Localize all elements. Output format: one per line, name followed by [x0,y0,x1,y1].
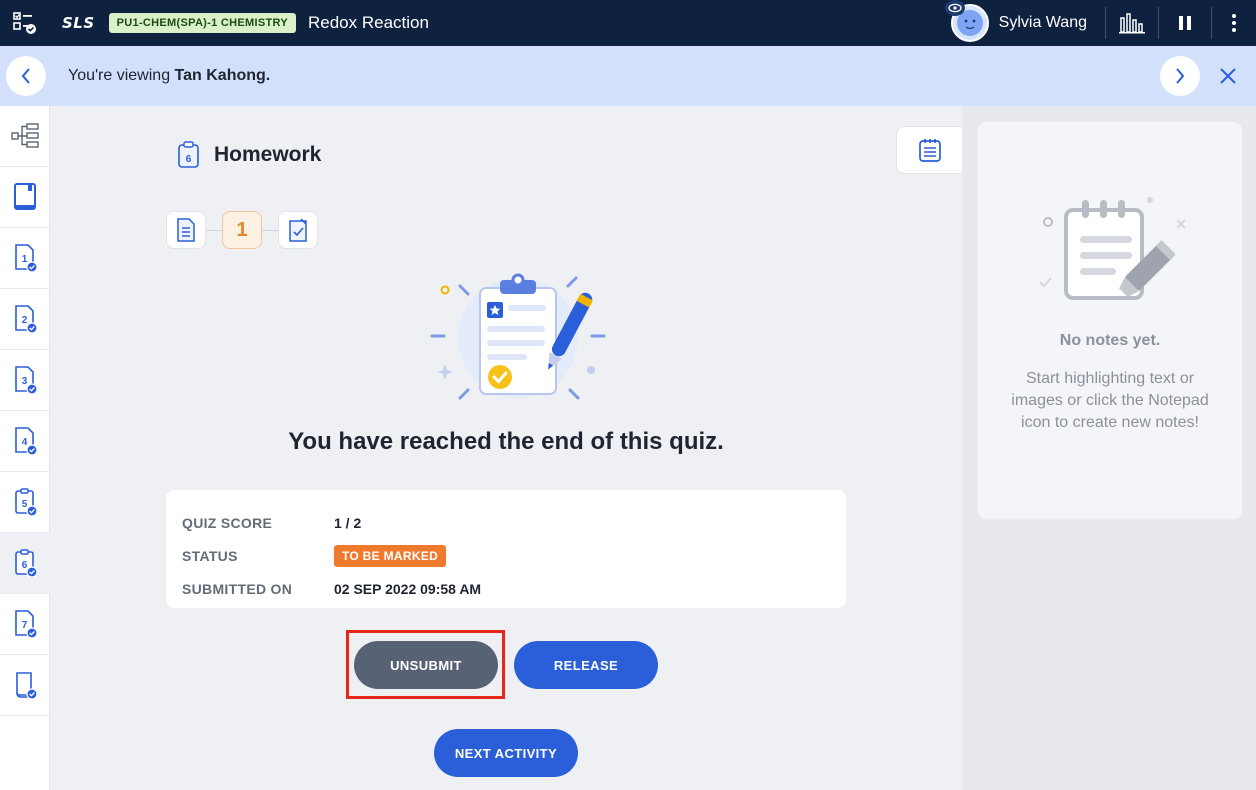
eye-icon [944,0,965,16]
chevron-left-icon [21,68,30,84]
status-badge: TO BE MARKED [334,544,447,567]
activity-rail: 1 2 3 4 5 6 7 [0,106,50,790]
step-instructions[interactable] [166,211,206,249]
document-icon [177,218,195,242]
clipboard-icon: 5 [15,488,38,517]
submitted-on-value: 02 SEP 2022 09:58 AM [334,580,482,597]
document-icon: 3 [15,366,38,395]
rail-item-lesson[interactable] [0,167,50,228]
document-icon: 1 [15,244,38,273]
notepad-toggle-button[interactable] [896,126,962,174]
rail-item-number: 7 [22,620,28,631]
notepad-icon [918,139,941,162]
submitted-clipboard-icon [289,218,307,242]
bar-chart-icon[interactable] [1106,0,1158,46]
chevron-right-icon [1176,68,1185,84]
rail-item-number: 2 [22,315,28,326]
activity-number: 6 [186,154,192,165]
clipboard-icon: 6 [15,549,38,578]
viewing-text: You're viewing Tan Kahong. [68,67,270,85]
close-icon [1220,68,1236,84]
rail-item-activity-3[interactable]: 3 [0,350,50,411]
unsubmit-button[interactable]: UNSUBMIT [354,641,498,689]
scroll-document-icon [16,672,38,700]
more-vertical-icon[interactable] [1212,0,1256,46]
rail-item-activity-7[interactable]: 7 [0,594,50,655]
document-icon: 4 [15,427,38,456]
rail-item-number: 3 [22,376,28,387]
user-name[interactable]: Sylvia Wang [999,14,1087,32]
close-viewing-button[interactable] [1200,46,1256,106]
viewing-prefix: You're viewing [68,67,175,84]
document-icon: 7 [15,610,38,639]
rail-item-activity-1[interactable]: 1 [0,228,50,289]
page-title: Homework [214,143,322,166]
clipboard-icon: 6 [178,141,199,168]
notes-empty-card: No notes yet. Start highlighting text or… [978,122,1242,519]
rail-item-activity-5[interactable]: 5 [0,472,50,533]
step-question-1[interactable]: 1 [222,211,262,249]
submitted-on-row: SUBMITTED ON 02 SEP 2022 09:58 AM [182,572,830,605]
tree-structure-icon [11,123,39,148]
rail-item-overview[interactable] [0,106,50,167]
pause-icon[interactable] [1159,0,1211,46]
rail-item-number: 1 [22,254,28,265]
next-activity-button[interactable]: NEXT ACTIVITY [434,729,578,777]
notes-panel: No notes yet. Start highlighting text or… [962,106,1256,790]
step-submission[interactable] [278,211,318,249]
divider [262,229,278,231]
rail-item-activity-4[interactable]: 4 [0,411,50,472]
rail-item-number: 4 [22,437,28,448]
submitted-on-label: SUBMITTED ON [182,580,293,597]
rail-item-number: 6 [22,560,28,571]
next-student-button[interactable] [1160,56,1200,96]
quiz-end-message: You have reached the end of this quiz. [288,428,724,455]
quiz-score-row: QUIZ SCORE 1 / 2 [182,506,830,539]
lesson-title: Redox Reaction [307,13,429,32]
top-bar: SLS PU1-CHEM(SPA)-1 CHEMISTRY Redox Reac… [0,0,1256,46]
status-row: STATUS TO BE MARKED [182,539,830,572]
viewing-student-name: Tan Kahong. [174,67,271,84]
document-icon: 2 [15,305,38,334]
course-badge: PU1-CHEM(SPA)-1 CHEMISTRY [108,13,296,33]
rail-item-activity-2[interactable]: 2 [0,289,50,350]
activity-header: 6 Homework [176,140,321,170]
avatar[interactable] [944,0,989,42]
main-content: 6 Homework 1 You have reached the end of… [50,106,962,790]
notes-empty-title: No notes yet. [1059,332,1161,349]
notepad-illustration [1028,192,1188,317]
quiz-summary-card: QUIZ SCORE 1 / 2 STATUS TO BE MARKED SUB… [166,490,846,608]
activity-steps: 1 [166,211,318,249]
quiz-score-label: QUIZ SCORE [182,514,273,531]
viewing-student-bar: You're viewing Tan Kahong. [0,46,1256,106]
release-button[interactable]: RELEASE [514,641,658,689]
status-label: STATUS [182,547,238,564]
rail-item-activity-6[interactable]: 6 [0,533,50,594]
quiz-score-value: 1 / 2 [334,514,362,531]
apps-menu-icon[interactable] [0,0,50,46]
book-icon [14,183,36,210]
divider [206,229,222,231]
rail-item-number: 5 [22,499,28,510]
notes-empty-description: Start highlighting text or images or cli… [1011,370,1209,431]
rail-item-summary[interactable] [0,655,50,716]
previous-student-button[interactable] [6,56,46,96]
quiz-complete-illustration [430,270,610,410]
sls-logo[interactable]: SLS [62,14,95,32]
